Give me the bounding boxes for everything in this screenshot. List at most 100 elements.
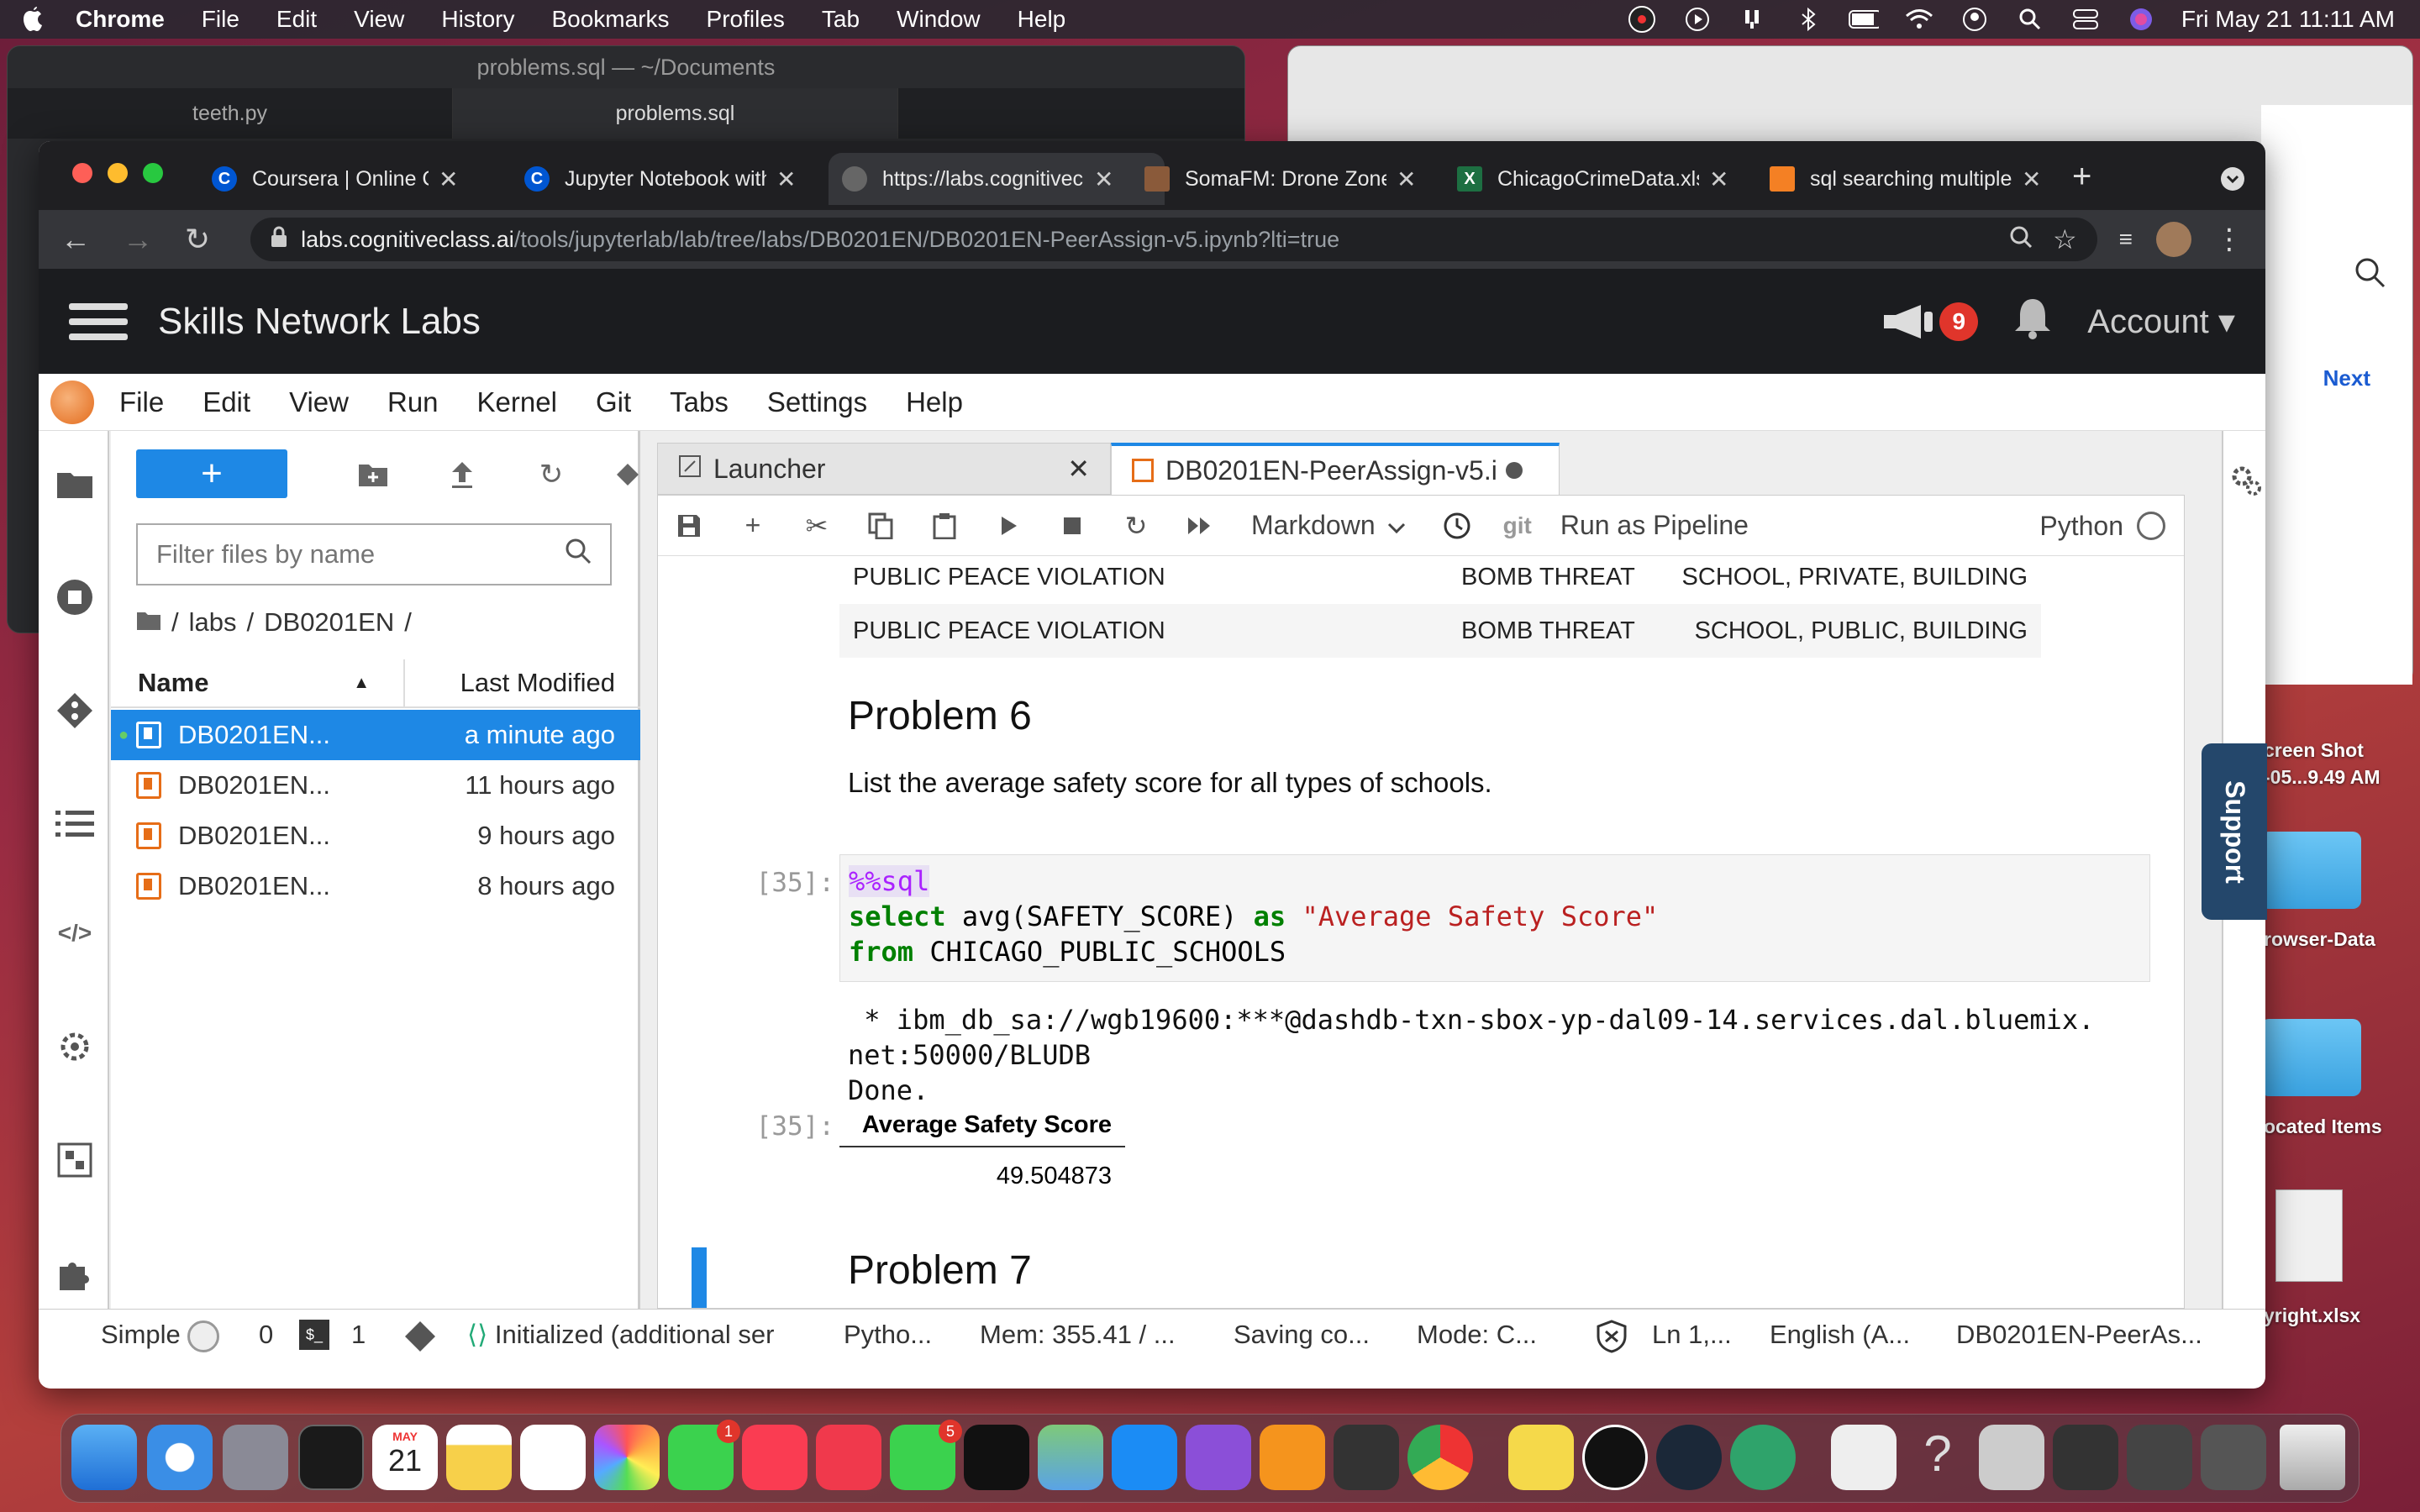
search-icon[interactable]: [565, 538, 592, 571]
new-launcher-button[interactable]: +: [136, 449, 287, 498]
account-menu[interactable]: Account ▾: [2087, 302, 2235, 341]
cut-icon[interactable]: ✂: [799, 508, 834, 543]
stickies-icon[interactable]: [1508, 1425, 1574, 1490]
bookmark-star-icon[interactable]: ☆: [2053, 223, 2077, 255]
wifi-icon[interactable]: [1904, 4, 1934, 34]
trash-icon[interactable]: [2280, 1425, 2345, 1490]
question-mark-icon[interactable]: ?: [1905, 1425, 1970, 1490]
clock-icon[interactable]: [1439, 508, 1475, 543]
editor-tab-problems[interactable]: problems.sql: [453, 88, 898, 139]
terminal-icon[interactable]: [298, 1425, 364, 1490]
menubar-profiles[interactable]: Profiles: [707, 6, 785, 33]
bluetooth-icon[interactable]: [1793, 4, 1823, 34]
menubar-help[interactable]: Help: [1018, 6, 1066, 33]
git-diff-button[interactable]: git: [1503, 512, 1532, 539]
bell-icon[interactable]: [2012, 296, 2054, 348]
csv-file-icon[interactable]: [1831, 1425, 1897, 1490]
running-sessions-icon[interactable]: [55, 578, 94, 617]
breadcrumb-root[interactable]: /: [171, 607, 179, 638]
stop-kernel-icon[interactable]: [1055, 508, 1090, 543]
desktop-label-relocated-items[interactable]: ocated Items: [2264, 1116, 2382, 1138]
file-row[interactable]: ● DB0201EN... a minute ago: [111, 710, 640, 760]
close-tab-icon[interactable]: ✕: [1067, 453, 1090, 485]
close-tab-icon[interactable]: ✕: [776, 165, 796, 193]
announcements-button[interactable]: 9: [1881, 302, 1979, 341]
address-bar[interactable]: labs.cognitiveclass.ai /tools/jupyterlab…: [250, 218, 2097, 261]
restart-kernel-icon[interactable]: ↻: [1118, 508, 1154, 543]
spellcheck-language[interactable]: English (A...: [1770, 1320, 1910, 1350]
simple-mode-toggle[interactable]: Simple: [101, 1320, 219, 1352]
forward-icon[interactable]: →: [123, 222, 153, 257]
control-center-icon[interactable]: [2070, 4, 2101, 34]
zoom-window-button[interactable]: [143, 163, 163, 183]
obs-icon[interactable]: [1627, 4, 1657, 34]
books-icon[interactable]: [1260, 1425, 1325, 1490]
sort-by-name-header[interactable]: Name ▲: [111, 659, 405, 706]
downloads-stack-icon[interactable]: [2127, 1425, 2192, 1490]
desktop-label-browser-data[interactable]: rowser-Data: [2264, 928, 2375, 951]
copy-icon[interactable]: [863, 508, 898, 543]
kernel-indicator[interactable]: Python: [2039, 496, 2165, 556]
menubar-tab[interactable]: Tab: [822, 6, 860, 33]
jl-menu-tabs[interactable]: Tabs: [670, 386, 729, 418]
file-row[interactable]: DB0201EN... 8 hours ago: [111, 861, 640, 911]
news-icon[interactable]: [816, 1425, 881, 1490]
restart-run-all-icon[interactable]: [1182, 508, 1218, 543]
menubar-view[interactable]: View: [354, 6, 404, 33]
jl-menu-settings[interactable]: Settings: [767, 386, 867, 418]
chrome-tab-labs-active[interactable]: https://labs.cognitiveclass.ai ✕: [829, 153, 1165, 205]
brand-title[interactable]: Skills Network Labs: [158, 301, 481, 343]
reminders-icon[interactable]: [520, 1425, 586, 1490]
git-icon[interactable]: [55, 691, 94, 730]
tab-notebook[interactable]: DB0201EN-PeerAssign-v5.i: [1111, 443, 1560, 495]
folder-icon[interactable]: [55, 465, 94, 503]
kernel-count[interactable]: 1: [351, 1320, 366, 1350]
jl-menu-kernel[interactable]: Kernel: [477, 386, 557, 418]
run-as-pipeline-button[interactable]: Run as Pipeline: [1560, 510, 1749, 541]
table-of-contents-icon[interactable]: [55, 805, 94, 843]
menubar-window[interactable]: Window: [897, 6, 981, 33]
insert-cell-icon[interactable]: +: [735, 508, 771, 543]
kernel-status-text[interactable]: Pytho...: [844, 1320, 932, 1350]
file-filter-input[interactable]: [136, 523, 612, 585]
play-icon[interactable]: [1682, 4, 1712, 34]
xlsx-file-icon[interactable]: [2275, 1189, 2343, 1282]
chrome-tab-jupyter[interactable]: C Jupyter Notebook with ✕: [511, 153, 809, 205]
window-stack-icon[interactable]: [2201, 1425, 2266, 1490]
close-tab-icon[interactable]: ✕: [2022, 165, 2041, 193]
minimize-window-button[interactable]: [108, 163, 128, 183]
tab-launcher[interactable]: Launcher ✕: [657, 443, 1111, 495]
file-filter-field[interactable]: [156, 539, 565, 570]
unsaved-dot-icon[interactable]: [1505, 462, 1523, 479]
menubar-app-name[interactable]: Chrome: [76, 6, 165, 33]
shield-icon[interactable]: [1597, 1320, 1627, 1360]
media-control-icon[interactable]: ≡: [2119, 226, 2133, 253]
podcasts-icon[interactable]: [1186, 1425, 1251, 1490]
photos-icon[interactable]: [594, 1425, 660, 1490]
jl-menu-file[interactable]: File: [119, 386, 164, 418]
tab-search-icon[interactable]: [2220, 166, 2245, 196]
jl-menu-git[interactable]: Git: [596, 386, 631, 418]
jl-menu-view[interactable]: View: [289, 386, 349, 418]
breadcrumb-labs[interactable]: labs: [189, 607, 237, 638]
extensions-puzzle-icon[interactable]: [55, 1254, 94, 1293]
close-window-button[interactable]: [72, 163, 92, 183]
notes-icon[interactable]: [446, 1425, 512, 1490]
folder-icon[interactable]: [2260, 832, 2361, 909]
jl-menu-help[interactable]: Help: [906, 386, 963, 418]
new-tab-button[interactable]: +: [2072, 158, 2091, 196]
file-row[interactable]: DB0201EN... 11 hours ago: [111, 760, 640, 811]
siri-icon[interactable]: [2126, 4, 2156, 34]
component-catalog-icon[interactable]: [55, 1141, 94, 1179]
runtimes-gear-icon[interactable]: [55, 1027, 94, 1066]
menubar-edit[interactable]: Edit: [276, 6, 317, 33]
profile-avatar[interactable]: [2156, 222, 2191, 257]
reload-icon[interactable]: ↻: [185, 222, 210, 257]
battery-icon[interactable]: [1848, 4, 1879, 34]
support-tab[interactable]: Support: [2202, 743, 2267, 920]
search-icon[interactable]: [2354, 256, 2387, 294]
hamburger-menu-icon[interactable]: [69, 295, 128, 349]
atom-icon[interactable]: [1730, 1425, 1796, 1490]
app-store-icon[interactable]: [1112, 1425, 1177, 1490]
close-tab-icon[interactable]: ✕: [1094, 165, 1113, 193]
